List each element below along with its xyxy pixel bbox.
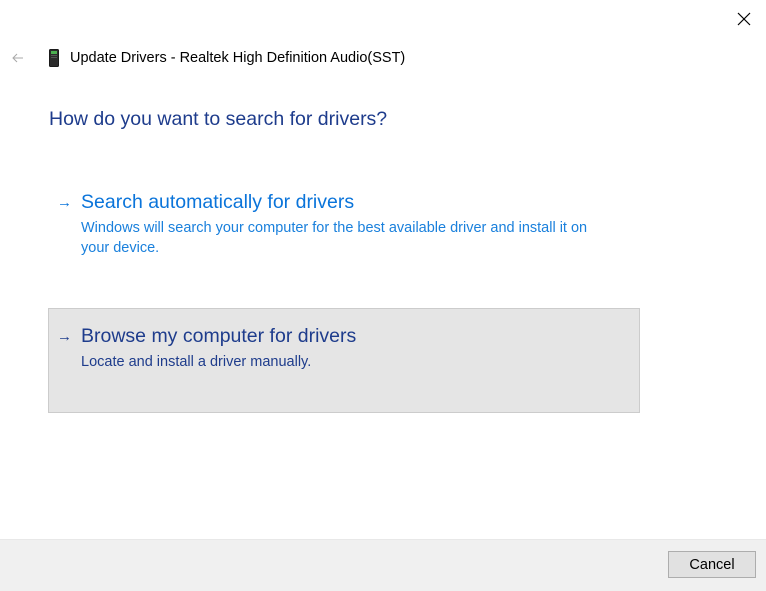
option-description: Locate and install a driver manually. [81,354,312,370]
option-title: Browse my computer for drivers [81,325,357,347]
close-button[interactable] [728,4,760,34]
option-description: Windows will search your computer for th… [81,220,588,256]
dialog-footer: Cancel [0,539,766,591]
back-arrow-icon [12,53,23,63]
window-header: Update Drivers - Realtek High Definition… [8,44,405,72]
update-drivers-window: Update Drivers - Realtek High Definition… [0,0,766,591]
arrow-right-icon: → [57,328,72,345]
close-icon [737,12,751,26]
back-button[interactable] [8,44,28,72]
option-title: Search automatically for drivers [81,191,355,213]
search-automatically-option[interactable]: → Search automatically for drivers Windo… [48,174,640,278]
browse-computer-option[interactable]: → Browse my computer for drivers Locate … [48,308,640,413]
audio-device-icon [48,49,60,67]
cancel-button[interactable]: Cancel [668,551,756,578]
window-title: Update Drivers - Realtek High Definition… [70,50,406,66]
page-heading: How do you want to search for drivers? [49,108,388,130]
arrow-right-icon: → [57,194,72,211]
